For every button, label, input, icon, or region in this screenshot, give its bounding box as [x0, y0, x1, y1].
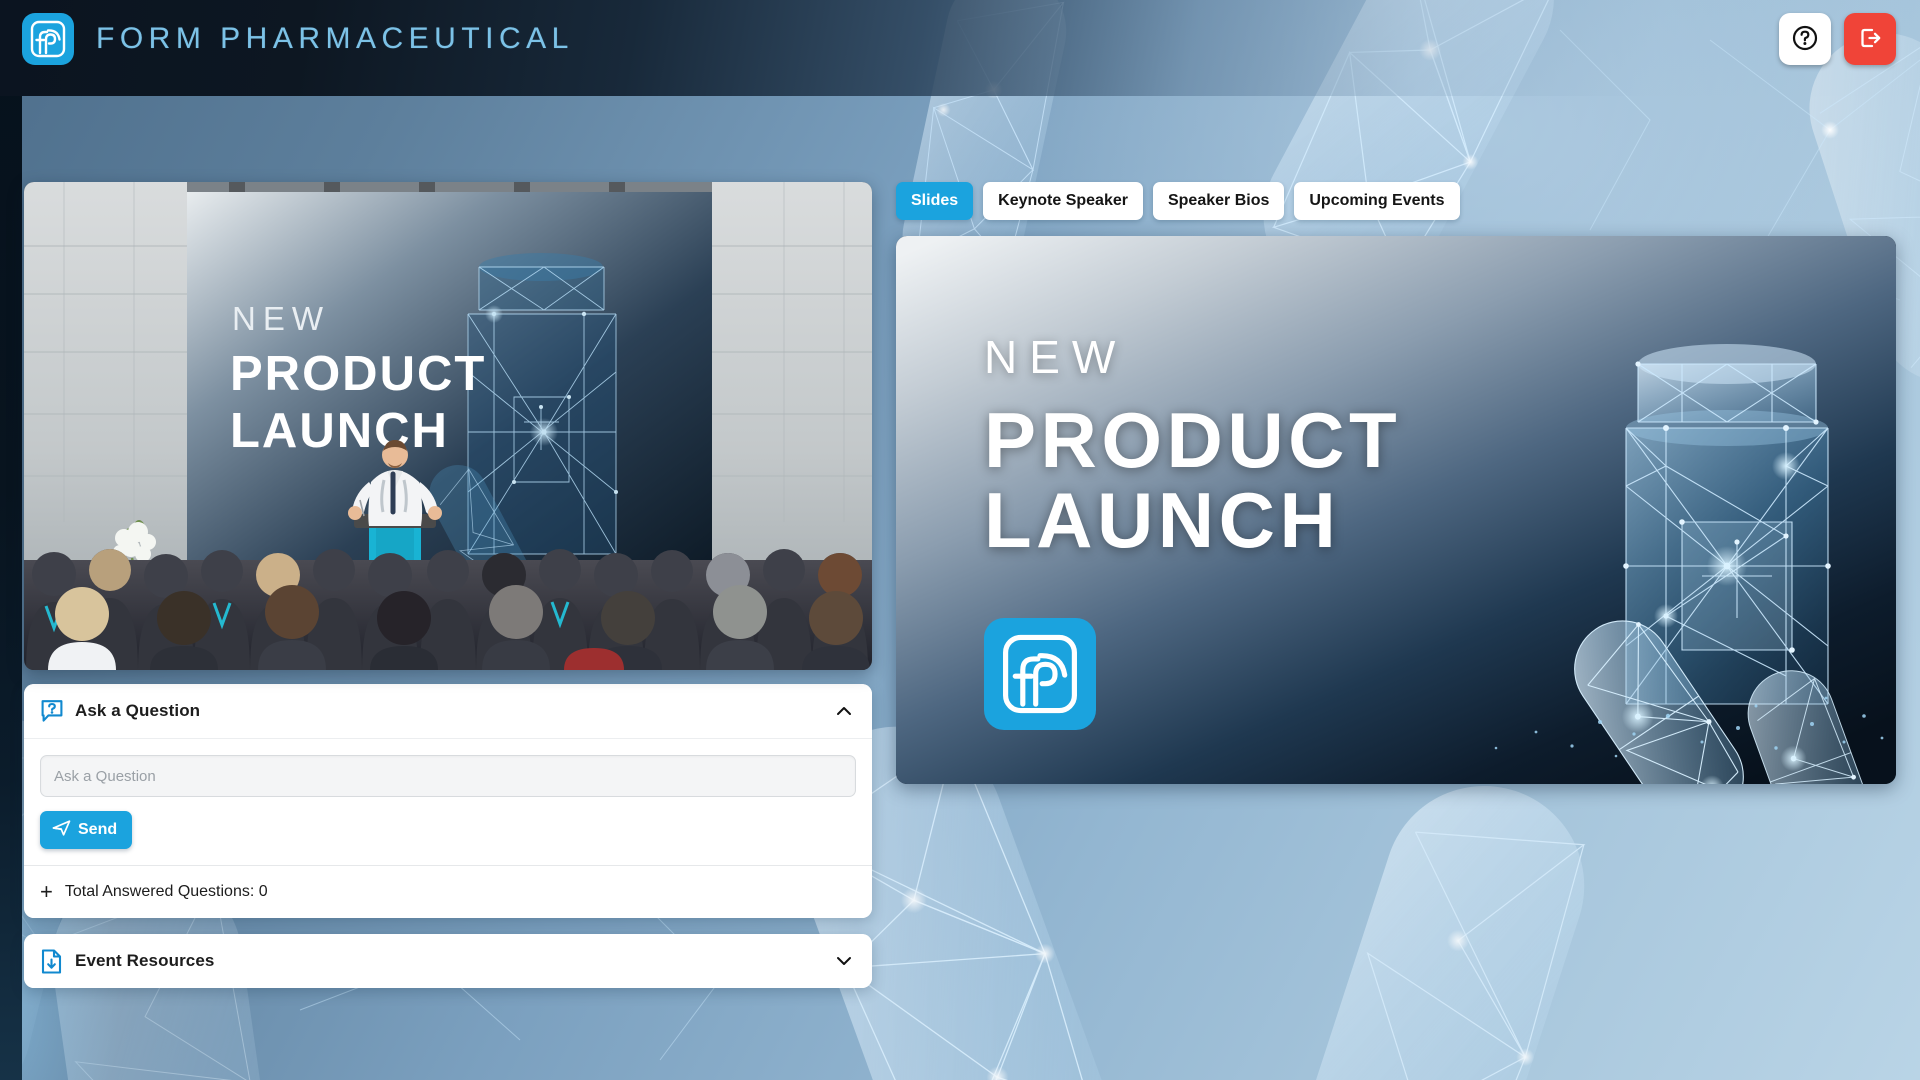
- brand-name: FORM PHARMACEUTICAL: [96, 22, 574, 55]
- tab-speaker-bios[interactable]: Speaker Bios: [1152, 182, 1285, 220]
- slide-viewer[interactable]: NEW PRODUCT LAUNCH: [896, 236, 1896, 784]
- slide-headline-line1: PRODUCT: [984, 396, 1402, 484]
- event-resources-panel: Event Resources: [24, 934, 872, 988]
- file-download-icon: [41, 949, 63, 974]
- panel-divider: [24, 738, 872, 739]
- page-left-edge-strip: [0, 0, 22, 1080]
- plus-icon: +: [40, 879, 53, 904]
- event-resources-title: Event Resources: [75, 951, 215, 970]
- slide-headline-line2: LAUNCH: [984, 476, 1341, 565]
- ask-a-question-panel: Ask a Question Se: [24, 684, 872, 918]
- left-column: NEW PRODUCT LAUNCH Ask a Question Ask a …: [24, 182, 872, 988]
- right-column: Slides Keynote Speaker Speaker Bios Upco…: [896, 182, 1896, 784]
- logout-arrow-icon: [1856, 24, 1884, 55]
- app-root: FORM PHARMACEUTICAL NEW PRODUCT LAUNCH A…: [0, 0, 1920, 1080]
- content-tabs: Slides Keynote Speaker Speaker Bios Upco…: [896, 182, 1896, 220]
- question-mark-circle-icon: [1791, 24, 1819, 55]
- ask-a-question-body: Send + Total Answered Questions: 0: [24, 738, 872, 918]
- send-button-label: Send: [78, 821, 118, 838]
- slide-logo: [984, 618, 1096, 730]
- logout-button[interactable]: [1844, 13, 1896, 65]
- form-pharmaceutical-logo: [984, 618, 1096, 730]
- help-button[interactable]: [1779, 13, 1831, 65]
- slide-kicker: NEW: [984, 331, 1128, 383]
- svg-text:NEW: NEW: [232, 300, 330, 337]
- question-input[interactable]: [40, 755, 856, 797]
- slide-title-block: NEW PRODUCT LAUNCH: [984, 334, 1401, 561]
- chevron-up-icon[interactable]: [834, 701, 854, 721]
- brand: FORM PHARMACEUTICAL: [22, 13, 574, 65]
- svg-text:PRODUCT: PRODUCT: [230, 347, 486, 401]
- answered-questions-expander[interactable]: + Total Answered Questions: 0: [40, 866, 856, 918]
- header-actions: [1779, 13, 1896, 65]
- ask-a-question-header[interactable]: Ask a Question: [24, 684, 872, 738]
- app-header: FORM PHARMACEUTICAL: [0, 0, 1920, 96]
- form-pharmaceutical-logo: [22, 13, 74, 65]
- chevron-down-icon[interactable]: [834, 951, 854, 971]
- svg-text:LAUNCH: LAUNCH: [230, 404, 449, 458]
- event-resources-header[interactable]: Event Resources: [24, 934, 872, 988]
- paper-plane-icon: [52, 819, 71, 841]
- tab-upcoming-events[interactable]: Upcoming Events: [1294, 182, 1460, 220]
- tab-keynote-speaker[interactable]: Keynote Speaker: [983, 182, 1143, 220]
- live-event-video[interactable]: NEW PRODUCT LAUNCH: [24, 182, 872, 670]
- ask-a-question-title: Ask a Question: [75, 701, 201, 720]
- tab-slides[interactable]: Slides: [896, 182, 974, 220]
- question-chat-bubble-icon: [41, 699, 63, 723]
- answered-questions-label: Total Answered Questions: 0: [64, 883, 268, 900]
- send-button[interactable]: Send: [40, 811, 133, 849]
